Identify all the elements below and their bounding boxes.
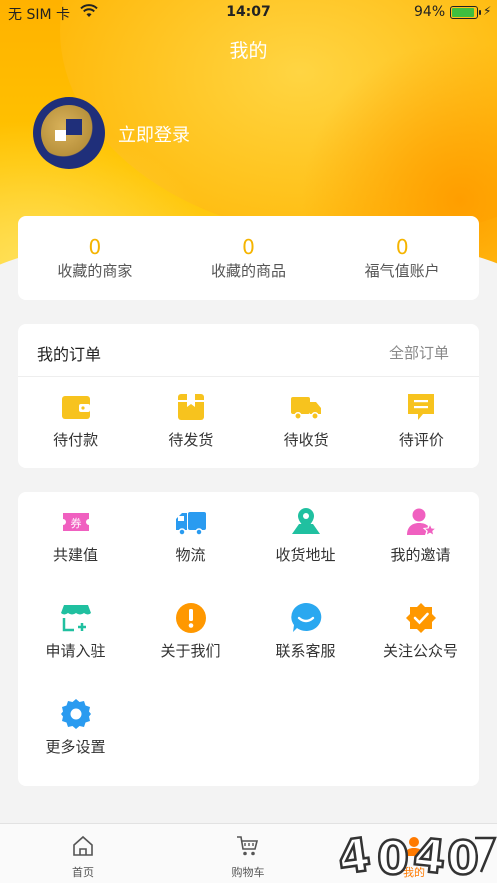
- truck-icon: [291, 397, 322, 420]
- orders-card: 我的订单 全部订单 待付款 待发货 待收货 待评价: [18, 324, 479, 468]
- svg-text:4: 4: [411, 827, 448, 883]
- wallet-icon: [61, 396, 90, 419]
- site-watermark-logo: 4 0 4 0: [335, 826, 497, 883]
- page-title: 我的: [229, 40, 268, 62]
- delivery-truck-icon: [175, 512, 206, 536]
- tab-label: 首页: [72, 866, 94, 879]
- order-pending-receipt[interactable]: 待收货: [249, 391, 364, 450]
- store-add-icon: [60, 605, 91, 632]
- avatar[interactable]: [33, 97, 105, 169]
- comment-icon: [408, 394, 435, 420]
- battery-icon: [450, 6, 481, 19]
- info-icon: [175, 603, 206, 633]
- order-label: 待发货: [168, 431, 214, 449]
- service-label: 申请入驻: [45, 642, 106, 660]
- order-label: 待收货: [283, 431, 329, 449]
- svg-text:0: 0: [447, 831, 479, 883]
- stat-favorite-goods[interactable]: 0 收藏的商品: [172, 216, 326, 300]
- tab-cart[interactable]: 购物车: [208, 834, 288, 880]
- services-card: 券 共建值 物流 收货地址 我的邀请 申请入驻 关于我们 联系客服 关注公众号 …: [18, 492, 479, 786]
- user-star-icon: [406, 508, 437, 537]
- service-apply-merchant[interactable]: 申请入驻: [18, 602, 133, 684]
- service-address[interactable]: 收货地址: [248, 506, 363, 588]
- order-label: 待评价: [398, 431, 444, 449]
- tab-label: 购物车: [231, 866, 265, 879]
- coupon-icon: 券: [62, 513, 89, 531]
- all-orders-link[interactable]: 全部订单: [389, 342, 449, 363]
- status-bar: 无 SIM 卡 14:07 94% ⚡: [0, 0, 497, 26]
- map-pin-icon: [291, 508, 320, 534]
- svg-text:券: 券: [70, 516, 81, 530]
- service-label: 物流: [175, 546, 206, 564]
- service-label: 收货地址: [275, 546, 336, 564]
- order-pending-shipment[interactable]: 待发货: [133, 391, 248, 450]
- charging-icon: ⚡: [483, 4, 492, 18]
- service-label: 联系客服: [275, 642, 336, 660]
- service-customer-support[interactable]: 联系客服: [248, 602, 363, 684]
- stat-fortune-account[interactable]: 0 福气值账户: [325, 216, 479, 300]
- service-invitations[interactable]: 我的邀请: [363, 506, 478, 588]
- order-pending-payment[interactable]: 待付款: [18, 391, 133, 450]
- login-link[interactable]: 立即登录: [118, 121, 190, 147]
- service-about-us[interactable]: 关于我们: [133, 602, 248, 684]
- service-follow-account[interactable]: 关注公众号: [363, 602, 478, 684]
- chat-icon: [290, 602, 321, 632]
- order-label: 待付款: [53, 431, 99, 449]
- stat-value: 0: [395, 235, 409, 259]
- orders-header: 我的订单 全部订单: [18, 324, 479, 377]
- service-label: 更多设置: [45, 738, 106, 756]
- svg-text:0: 0: [377, 831, 409, 883]
- service-label: 我的邀请: [390, 546, 451, 564]
- svg-text:4: 4: [335, 827, 374, 883]
- stat-label: 福气值账户: [364, 262, 440, 280]
- service-label: 共建值: [52, 546, 98, 564]
- tab-home[interactable]: 首页: [43, 834, 123, 880]
- service-label: 关于我们: [160, 642, 221, 660]
- stats-card: 0 收藏的商家 0 收藏的商品 0 福气值账户: [18, 216, 479, 300]
- order-pending-review[interactable]: 待评价: [364, 391, 479, 450]
- stat-label: 收藏的商品: [211, 262, 287, 280]
- cart-icon: [237, 836, 259, 856]
- service-contribution[interactable]: 券 共建值: [18, 506, 133, 588]
- stat-favorite-shops[interactable]: 0 收藏的商家: [18, 216, 172, 300]
- badge-check-icon: [405, 603, 436, 633]
- home-icon: [73, 835, 93, 856]
- package-icon: [177, 394, 204, 420]
- service-label: 关注公众号: [382, 642, 458, 660]
- settings-gear-icon: [60, 699, 91, 729]
- stat-label: 收藏的商家: [57, 262, 133, 280]
- battery-percent: 94%: [414, 4, 446, 20]
- stat-value: 0: [242, 235, 255, 259]
- stat-value: 0: [88, 235, 102, 259]
- orders-title: 我的订单: [37, 345, 102, 364]
- service-more-settings[interactable]: 更多设置: [18, 698, 133, 780]
- service-logistics[interactable]: 物流: [133, 506, 248, 588]
